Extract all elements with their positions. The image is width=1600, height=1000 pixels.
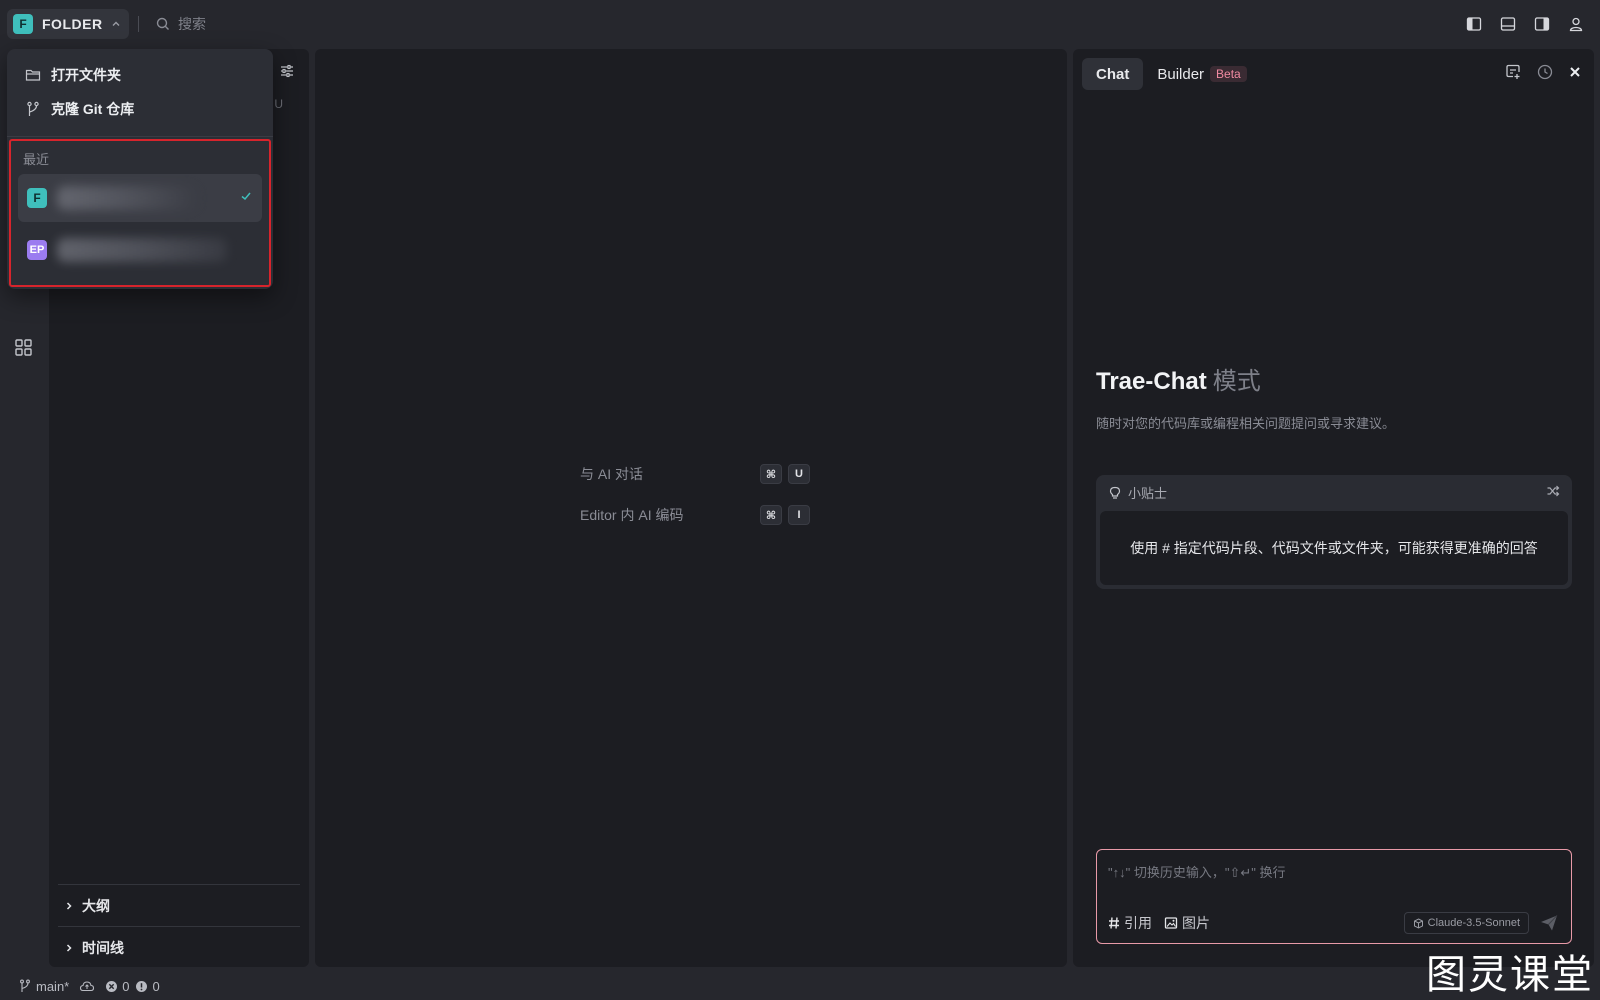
folder-open-icon (25, 68, 41, 82)
image-icon (1164, 916, 1178, 930)
toggle-left-sidebar-icon[interactable] (1464, 14, 1484, 34)
title-bar: F FOLDER 搜索 (0, 0, 1600, 48)
search-icon (156, 17, 170, 31)
hint-inline-ai: Editor 内 AI 编码 ⌘ I (580, 505, 810, 525)
folder-switcher-button[interactable]: F FOLDER (7, 9, 129, 39)
toggle-right-sidebar-icon[interactable] (1532, 14, 1552, 34)
key-cmd: ⌘ (760, 505, 782, 525)
branch-name: main* (36, 978, 70, 994)
tip-card: 小贴士 使用 # 指定代码片段、代码文件或文件夹，可能获得更准确的回答 (1096, 475, 1572, 589)
tab-builder[interactable]: Builder Beta (1143, 58, 1260, 90)
account-icon[interactable] (1566, 14, 1586, 34)
outline-section[interactable]: 大纲 (58, 884, 300, 926)
cloud-sync-icon (79, 980, 95, 992)
mode-title-sub: 模式 (1212, 368, 1261, 395)
problems-indicator[interactable]: 0 0 (105, 978, 160, 994)
hint-text: Editor 内 AI 编码 (580, 507, 684, 523)
key-i: I (788, 505, 810, 525)
tab-builder-label: Builder (1157, 65, 1205, 83)
recent-projects-highlight: 最近 F EP (9, 139, 271, 287)
chat-panel: Chat Builder Beta Trae-Chat 模式 随时对您的代码库或编… (1073, 49, 1594, 967)
hint-chat-with-ai: 与 AI 对话 ⌘ U (580, 464, 810, 484)
title-separator (138, 16, 139, 32)
recent-label: 最近 (23, 152, 50, 167)
send-icon[interactable] (1539, 914, 1559, 932)
close-icon[interactable] (1568, 65, 1582, 79)
timeline-label: 时间线 (82, 939, 124, 956)
shuffle-icon[interactable] (1546, 484, 1560, 498)
hash-icon (1108, 916, 1120, 930)
mode-title-main: Trae-Chat (1096, 368, 1207, 395)
folder-dropdown-menu: 打开文件夹 克隆 Git 仓库 最近 F EP (7, 49, 273, 289)
recent-project-item[interactable]: EP (18, 226, 262, 274)
tab-chat[interactable]: Chat (1082, 58, 1144, 90)
git-branch-icon (25, 101, 41, 117)
key-cmd: ⌘ (760, 464, 782, 484)
error-icon (105, 980, 118, 993)
image-button[interactable]: 图片 (1164, 913, 1210, 933)
menu-divider (7, 136, 273, 137)
watermark: 图灵课堂 (1426, 952, 1594, 998)
history-icon[interactable] (1536, 63, 1554, 81)
tip-title: 小贴士 (1128, 486, 1168, 501)
chevron-up-icon (111, 19, 121, 29)
chevron-right-icon (64, 901, 74, 911)
chat-input[interactable]: "↑↓" 切换历史输入，"⇧↵" 换行 引用 图片 Claude-3.5-Son… (1096, 849, 1572, 944)
error-count: 0 (122, 978, 130, 994)
blurred-project-name (57, 186, 197, 210)
project-badge: EP (27, 240, 47, 260)
blurred-project-name (57, 238, 227, 262)
search-placeholder: 搜索 (178, 16, 206, 32)
beta-badge: Beta (1210, 66, 1247, 82)
cube-icon (1413, 917, 1424, 929)
image-label: 图片 (1182, 915, 1210, 931)
status-bar: main* 0 0 (0, 972, 1600, 1000)
warning-icon (135, 980, 148, 993)
chat-input-placeholder: "↑↓" 切换历史输入，"⇧↵" 换行 (1108, 865, 1286, 880)
folder-badge: F (13, 14, 33, 34)
tab-chat-label: Chat (1096, 65, 1130, 83)
model-name: Claude-3.5-Sonnet (1427, 917, 1520, 929)
open-folder-item[interactable]: 打开文件夹 (25, 65, 121, 85)
checkmark-icon (240, 190, 252, 202)
lightbulb-icon (1108, 486, 1122, 500)
tip-text: 使用 # 指定代码片段、代码文件或文件夹，可能获得更准确的回答 (1100, 511, 1568, 585)
clone-git-repo-item[interactable]: 克隆 Git 仓库 (25, 99, 134, 119)
key-u: U (788, 464, 810, 484)
open-folder-label: 打开文件夹 (51, 67, 121, 83)
chevron-right-icon (64, 943, 74, 953)
branch-indicator[interactable]: main* (18, 979, 95, 994)
folder-name: FOLDER (42, 16, 103, 32)
timeline-section[interactable]: 时间线 (58, 926, 300, 968)
filter-settings-icon[interactable] (279, 63, 295, 79)
project-badge: F (27, 188, 47, 208)
hint-text: 与 AI 对话 (580, 466, 644, 482)
toggle-bottom-panel-icon[interactable] (1498, 14, 1518, 34)
untracked-marker: U (274, 97, 283, 111)
recent-project-item[interactable]: F (18, 174, 262, 222)
outline-label: 大纲 (82, 897, 110, 914)
editor-area: 与 AI 对话 ⌘ U Editor 内 AI 编码 ⌘ I (315, 49, 1067, 967)
reference-label: 引用 (1124, 915, 1152, 931)
mode-description: 随时对您的代码库或编程相关问题提问或寻求建议。 (1096, 416, 1396, 431)
reference-button[interactable]: 引用 (1108, 913, 1152, 933)
clone-git-repo-label: 克隆 Git 仓库 (51, 101, 135, 117)
git-branch-icon (18, 979, 32, 993)
extensions-icon[interactable] (14, 338, 34, 358)
search-box[interactable]: 搜索 (156, 14, 206, 34)
model-selector[interactable]: Claude-3.5-Sonnet (1403, 912, 1529, 934)
warning-count: 0 (152, 978, 160, 994)
new-chat-icon[interactable] (1504, 63, 1522, 81)
mode-title: Trae-Chat 模式 (1096, 361, 1261, 396)
